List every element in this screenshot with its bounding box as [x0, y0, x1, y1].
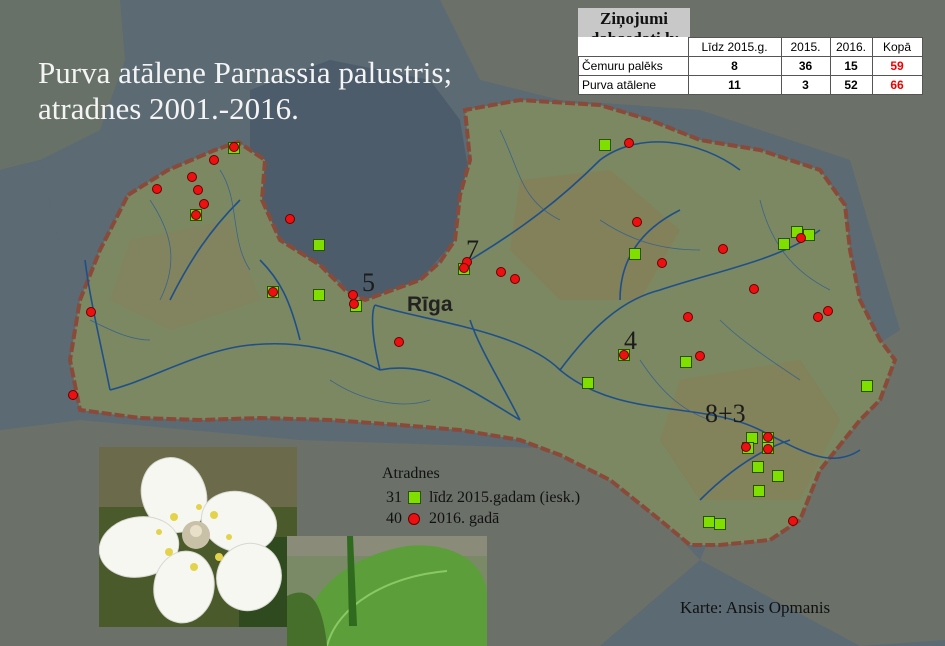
cluster-count-a: 7 [466, 235, 479, 264]
record-marker-2016 [788, 516, 798, 526]
record-marker-until-2015 [680, 356, 692, 368]
cell-value: 3 [780, 75, 831, 95]
record-marker-2016 [199, 199, 209, 209]
col-header: Kopā [871, 37, 923, 57]
record-marker-2016 [268, 287, 278, 297]
record-marker-until-2015 [313, 239, 325, 251]
record-marker-until-2015 [772, 470, 784, 482]
record-marker-2016 [348, 290, 358, 300]
legend-label: 2016. gadā [429, 509, 500, 527]
col-header: Līdz 2015.g. [687, 37, 782, 57]
cell-value: 8 [687, 56, 782, 76]
map-title-line1: Purva atālene Parnassia palustris; [38, 55, 453, 90]
city-label-riga: Rīga [407, 293, 453, 316]
record-marker-2016 [763, 444, 773, 454]
row-name: Purva atālene [578, 75, 689, 95]
legend-count: 40 [386, 509, 402, 527]
record-marker-2016 [741, 442, 751, 452]
cluster-count-b: 5 [362, 268, 375, 297]
record-marker-2016 [394, 337, 404, 347]
record-marker-until-2015 [599, 139, 611, 151]
record-marker-2016 [718, 244, 728, 254]
record-marker-until-2015 [861, 380, 873, 392]
legend-title: Atradnes [382, 465, 440, 482]
reports-table: Līdz 2015.g. 2015. 2016. Kopā Čemuru pal… [578, 37, 923, 95]
cell-value: 36 [780, 56, 831, 76]
col-header: 2015. [780, 37, 831, 57]
record-marker-2016 [657, 258, 667, 268]
record-marker-2016 [813, 312, 823, 322]
record-marker-2016 [683, 312, 693, 322]
record-marker-until-2015 [582, 377, 594, 389]
record-marker-2016 [349, 299, 359, 309]
record-marker-2016 [695, 351, 705, 361]
record-marker-2016 [285, 214, 295, 224]
map-title: Purva atālene Parnassia palustris; atrad… [38, 55, 452, 127]
record-marker-2016 [152, 184, 162, 194]
record-marker-until-2015 [714, 518, 726, 530]
table-row: Čemuru palēks 8 36 15 59 [578, 56, 923, 76]
cell-value: 52 [829, 75, 873, 95]
leaf-photo [287, 536, 487, 646]
cell-value: 11 [687, 75, 782, 95]
record-marker-2016 [624, 138, 634, 148]
map-author-credit: Karte: Ansis Opmanis [680, 598, 831, 617]
reports-header-line1: Ziņojumi [599, 9, 669, 28]
legend-item-new: 40 2016. gadā [380, 508, 580, 529]
record-marker-2016 [632, 217, 642, 227]
record-marker-until-2015 [752, 461, 764, 473]
map-title-line2: atradnes 2001.-2016. [38, 91, 299, 126]
record-marker-2016 [823, 306, 833, 316]
cell-total: 59 [871, 56, 923, 76]
record-marker-2016 [187, 172, 197, 182]
record-marker-2016 [229, 142, 239, 152]
record-marker-2016 [193, 185, 203, 195]
legend-item-old: 31 līdz 2015.gadam (iesk.) [380, 487, 580, 508]
record-marker-until-2015 [753, 485, 765, 497]
row-name: Čemuru palēks [578, 56, 689, 76]
record-marker-2016 [68, 390, 78, 400]
legend-count: 31 [386, 488, 402, 506]
record-marker-2016 [510, 274, 520, 284]
record-marker-2016 [191, 210, 201, 220]
col-header: 2016. [829, 37, 873, 57]
cell-total: 66 [871, 75, 923, 95]
record-marker-until-2015 [746, 432, 758, 444]
record-marker-2016 [796, 233, 806, 243]
cluster-count-d: 8+3 [705, 399, 746, 428]
green-square-icon [408, 491, 421, 504]
cluster-count-c: 4 [624, 326, 637, 355]
table-row: Purva atālene 11 3 52 66 [578, 75, 923, 95]
record-marker-until-2015 [778, 238, 790, 250]
record-marker-2016 [209, 155, 219, 165]
record-marker-2016 [86, 307, 96, 317]
record-marker-until-2015 [313, 289, 325, 301]
flower-photo [99, 447, 297, 627]
map-legend: Atradnes 31 līdz 2015.gadam (iesk.) 40 2… [380, 465, 580, 529]
legend-label: līdz 2015.gadam (iesk.) [429, 488, 581, 506]
record-marker-2016 [496, 267, 506, 277]
red-circle-icon [408, 512, 420, 525]
record-marker-until-2015 [629, 248, 641, 260]
reports-table-header-row: Līdz 2015.g. 2015. 2016. Kopā [579, 37, 923, 57]
record-marker-until-2015 [703, 516, 715, 528]
cell-value: 15 [829, 56, 873, 76]
record-marker-2016 [749, 284, 759, 294]
record-marker-2016 [763, 432, 773, 442]
